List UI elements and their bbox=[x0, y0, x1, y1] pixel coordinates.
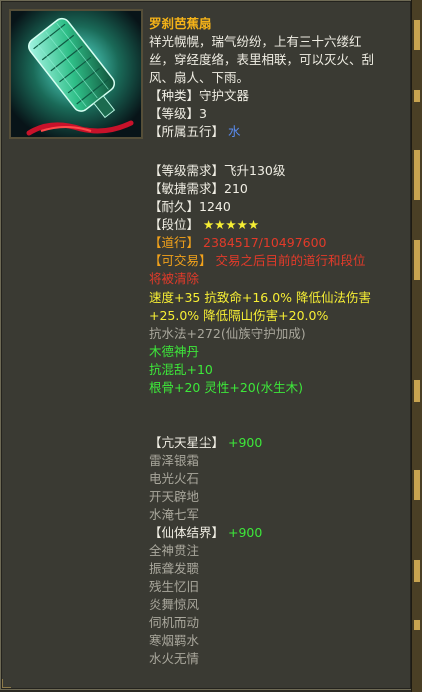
trade-text-cont: 将被清除 bbox=[149, 271, 200, 286]
rail-ornament bbox=[414, 380, 420, 402]
dao-label: 【道行】 bbox=[149, 235, 200, 250]
durability-row: 【耐久】1240 bbox=[149, 198, 231, 216]
stat-line: +25.0% 降低隔山伤害+20.0% bbox=[149, 308, 329, 323]
req-agility-row: 【敏捷需求】210 bbox=[149, 180, 248, 198]
rank-label: 【段位】 bbox=[149, 217, 200, 232]
green-stat: 木德神丹 bbox=[149, 344, 200, 359]
rail-ornament bbox=[414, 470, 420, 500]
element-value: 水 bbox=[228, 124, 241, 139]
skill-group-bonus: +900 bbox=[228, 435, 263, 450]
fan-weapon-icon bbox=[9, 9, 143, 139]
window-edge-rail bbox=[411, 0, 422, 692]
type-value: 守护文器 bbox=[199, 88, 250, 103]
req-level-label: 【等级需求】 bbox=[149, 163, 225, 178]
skill-group-title: 【亢天星尘】 bbox=[149, 435, 225, 450]
rail-ornament bbox=[414, 150, 420, 200]
element-row: 【所属五行】 水 bbox=[149, 123, 241, 141]
corner-ornament bbox=[2, 679, 11, 688]
req-level-row: 【等级需求】飞升130级 bbox=[149, 162, 285, 180]
stat-line: 速度+35 抗致命+16.0% 降低仙法伤害 bbox=[149, 290, 372, 305]
type-label: 【种类】 bbox=[149, 88, 200, 103]
type-row: 【种类】守护文器 bbox=[149, 87, 249, 105]
skill-item: 雷泽银霜 bbox=[149, 453, 200, 468]
rank-row: 【段位】 ★★★★★ bbox=[149, 216, 259, 234]
item-description-line: 风、扇人、下雨。 bbox=[149, 70, 250, 85]
skill-item: 残生忆旧 bbox=[149, 579, 200, 594]
durability-label: 【耐久】 bbox=[149, 199, 200, 214]
skill-item: 全神贯注 bbox=[149, 543, 200, 558]
level-value: 3 bbox=[199, 106, 207, 121]
trade-label: 【可交易】 bbox=[149, 253, 212, 268]
element-label: 【所属五行】 bbox=[149, 124, 225, 139]
green-stat: 根骨+20 灵性+20(水生木) bbox=[149, 380, 303, 395]
trade-text: 交易之后目前的道行和段位 bbox=[215, 253, 366, 268]
level-row: 【等级】3 bbox=[149, 105, 207, 123]
skill-item: 炎舞惊风 bbox=[149, 597, 200, 612]
dao-value: 2384517/10497600 bbox=[203, 235, 327, 250]
rail-ornament bbox=[414, 620, 420, 630]
rail-ornament bbox=[414, 240, 420, 280]
green-stat: 抗混乱+10 bbox=[149, 362, 213, 377]
item-tooltip-panel: 罗刹芭蕉扇 祥光幌幌，瑞气纷纷，上有三十六缕红 丝，穿经度络，表里相联，可以灭火… bbox=[0, 0, 412, 690]
level-label: 【等级】 bbox=[149, 106, 200, 121]
rail-ornament bbox=[414, 90, 420, 102]
skill-item: 伺机而动 bbox=[149, 615, 200, 630]
req-agility-value: 210 bbox=[224, 181, 248, 196]
dao-row: 【道行】 2384517/10497600 bbox=[149, 234, 327, 252]
rank-stars: ★★★★★ bbox=[203, 217, 260, 232]
item-description-line: 祥光幌幌，瑞气纷纷，上有三十六缕红 bbox=[149, 34, 362, 49]
rail-ornament bbox=[414, 20, 420, 50]
skill-group-bonus: +900 bbox=[228, 525, 263, 540]
stat-line-gray: 抗水法+272(仙族守护加成) bbox=[149, 326, 306, 341]
skill-item: 电光火石 bbox=[149, 471, 200, 486]
item-name: 罗刹芭蕉扇 bbox=[149, 16, 212, 31]
skill-group-header: 【亢天星尘】 +900 bbox=[149, 434, 262, 452]
skill-group-header: 【仙体结界】 +900 bbox=[149, 524, 262, 542]
item-description-line: 丝，穿经度络，表里相联，可以灭火、刮 bbox=[149, 52, 375, 67]
skill-item: 寒烟羁水 bbox=[149, 633, 200, 648]
skill-group-title: 【仙体结界】 bbox=[149, 525, 225, 540]
skill-item: 水火无情 bbox=[149, 651, 200, 666]
rail-ornament bbox=[414, 560, 420, 582]
skill-item: 开天辟地 bbox=[149, 489, 200, 504]
trade-row: 【可交易】 交易之后目前的道行和段位 bbox=[149, 252, 366, 270]
req-agility-label: 【敏捷需求】 bbox=[149, 181, 225, 196]
req-level-value: 飞升130级 bbox=[224, 163, 286, 178]
skill-item: 振聋发聩 bbox=[149, 561, 200, 576]
durability-value: 1240 bbox=[199, 199, 231, 214]
skill-item: 水淹七军 bbox=[149, 507, 200, 522]
